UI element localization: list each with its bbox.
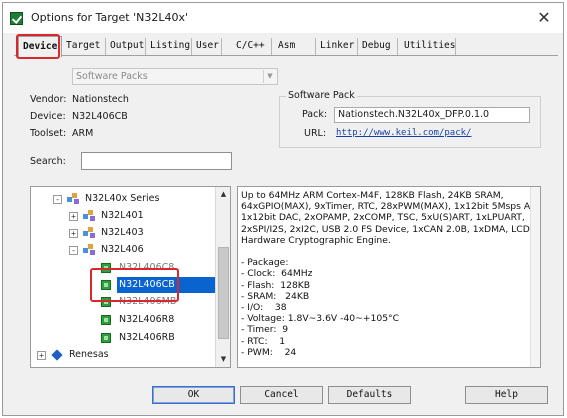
device-source-value: Software Packs [76, 71, 148, 82]
vendor-value: Nationstech [72, 94, 129, 105]
description-line: - PWM: 24 [241, 346, 297, 358]
tab-linker[interactable]: Linker [316, 38, 358, 55]
tree-label: N32L403 [101, 227, 144, 238]
description-line: - Voltage: 1.8V~3.6V -40~+105°C [241, 313, 400, 325]
expand-icon[interactable]: + [37, 351, 46, 360]
collapse-icon[interactable]: - [53, 195, 62, 204]
url-label: URL: [304, 128, 327, 139]
description-text: Up to 64MHz ARM Cortex-M4F, 128KB Flash,… [241, 190, 541, 358]
pack-label: Pack: [302, 109, 328, 120]
chip-icon [101, 297, 111, 307]
group-icon [83, 210, 95, 221]
search-label: Search: [30, 156, 66, 167]
tree-label: N32L406R8 [119, 314, 175, 325]
tree-label: N32L406CB [117, 277, 217, 293]
description-line: 64xGPIO(MAX), 9xTimer, RTC, 28xPWM(MAX),… [241, 201, 541, 213]
scroll-down-icon[interactable]: ▼ [217, 353, 230, 366]
series-icon [67, 193, 79, 204]
tree-label: Renesas [69, 349, 109, 360]
tree-node-series[interactable]: - N32L40x Series [31, 191, 217, 207]
tab-user[interactable]: User [192, 38, 222, 55]
description-line: Hardware Cryptographic Engine. [241, 234, 391, 246]
vendor-label: Vendor: [30, 94, 67, 105]
pack-url-link[interactable]: http://www.keil.com/pack/ [336, 128, 471, 138]
tab-strip: Device Target Output Listing User C/C++ … [14, 36, 558, 57]
tab-c-cpp[interactable]: C/C++ [232, 38, 272, 55]
tree-node-device-selected[interactable]: N32L406CB [95, 277, 217, 293]
tree-scrollbar[interactable]: ▲ ▼ [215, 187, 230, 367]
description-line: 2xSPI/I2S, 2xI2C, USB 2.0 FS Device, 1xC… [241, 223, 533, 235]
description-line: - I/O: 38 [241, 302, 287, 314]
description-line: - Clock: 64MHz [241, 268, 313, 280]
scroll-up-icon[interactable]: ▲ [217, 188, 230, 201]
tree-label: N32L406RB [119, 332, 175, 343]
close-button[interactable]: ✕ [535, 9, 553, 27]
expand-icon[interactable]: + [69, 229, 78, 238]
cancel-button[interactable]: Cancel [240, 386, 323, 404]
chip-icon [101, 315, 111, 325]
software-pack-title: Software Pack [286, 90, 357, 101]
tree-label: N32L401 [101, 210, 144, 221]
tab-utilities[interactable]: Utilities [400, 38, 456, 55]
description-line: Up to 64MHz ARM Cortex-M4F, 128KB Flash,… [241, 190, 504, 201]
software-pack-group: Software Pack Pack: Nationstech.N32L40x_… [279, 90, 541, 148]
vendor-icon [51, 349, 63, 361]
tree-label: N32L406MB [119, 296, 177, 307]
chevron-down-icon: ▼ [263, 70, 276, 83]
collapse-icon[interactable]: - [69, 246, 78, 255]
tab-output[interactable]: Output [106, 38, 146, 55]
tree-node-group[interactable]: + N32L403 [31, 225, 217, 241]
description-line: - RTC: 1 [241, 335, 286, 347]
device-label: Device: [30, 111, 66, 122]
tree-node-device[interactable]: N32L406C8 [31, 260, 217, 276]
tree-label: N32L40x Series [85, 193, 160, 204]
group-icon [83, 244, 95, 255]
description-line: 1x12bit DAC, 2xOPAMP, 2xCOMP, TSC, 5xU(S… [241, 212, 525, 224]
group-icon [83, 227, 95, 238]
tree-node-device[interactable]: N32L406R8 [31, 312, 217, 328]
device-value: N32L406CB [72, 111, 128, 122]
help-button[interactable]: Help [465, 386, 548, 404]
description-line: - Flash: 128KB [241, 279, 311, 291]
description-scrollbar[interactable] [530, 187, 540, 367]
toolset-value: ARM [72, 128, 94, 139]
chip-icon [101, 263, 111, 273]
device-tree[interactable]: - N32L40x Series + N32L401 + N32L403 - N… [30, 186, 231, 368]
chip-icon [101, 280, 111, 290]
tab-listing[interactable]: Listing [146, 38, 192, 55]
scroll-thumb[interactable] [218, 247, 229, 339]
tab-target[interactable]: Target [62, 38, 106, 55]
device-description: Up to 64MHz ARM Cortex-M4F, 128KB Flash,… [237, 186, 541, 368]
tree-node-device[interactable]: N32L406RB [31, 330, 217, 346]
toolset-label: Toolset: [30, 128, 67, 139]
pack-field: Nationstech.N32L40x_DFP.0.1.0 [334, 107, 530, 123]
tree-label: N32L406 [101, 244, 144, 255]
description-line: - Package: [241, 257, 289, 269]
tree-node-group[interactable]: + N32L401 [31, 208, 217, 224]
tab-asm[interactable]: Asm [274, 38, 316, 55]
description-line: - Timer: 9 [241, 324, 289, 336]
title-bar[interactable]: Options for Target 'N32L40x' ✕ [3, 3, 563, 33]
device-source-combo[interactable]: Software Packs ▼ [72, 68, 278, 85]
tree-label: N32L406C8 [119, 262, 175, 273]
dialog-title: Options for Target 'N32L40x' [31, 11, 188, 24]
tab-device[interactable]: Device [18, 36, 62, 57]
description-line: - SRAM: 24KB [241, 290, 310, 302]
tab-debug[interactable]: Debug [358, 38, 398, 55]
search-input[interactable] [81, 152, 232, 170]
expand-icon[interactable]: + [69, 212, 78, 221]
tree-node-vendor[interactable]: + Renesas [31, 347, 217, 363]
tree-node-group[interactable]: - N32L406 [31, 242, 217, 258]
ok-button[interactable]: OK [152, 386, 235, 404]
description-line [241, 246, 540, 257]
tree-node-device[interactable]: N32L406MB [31, 294, 217, 310]
keil-app-icon [10, 12, 23, 25]
defaults-button[interactable]: Defaults [328, 386, 411, 404]
chip-icon [101, 333, 111, 343]
